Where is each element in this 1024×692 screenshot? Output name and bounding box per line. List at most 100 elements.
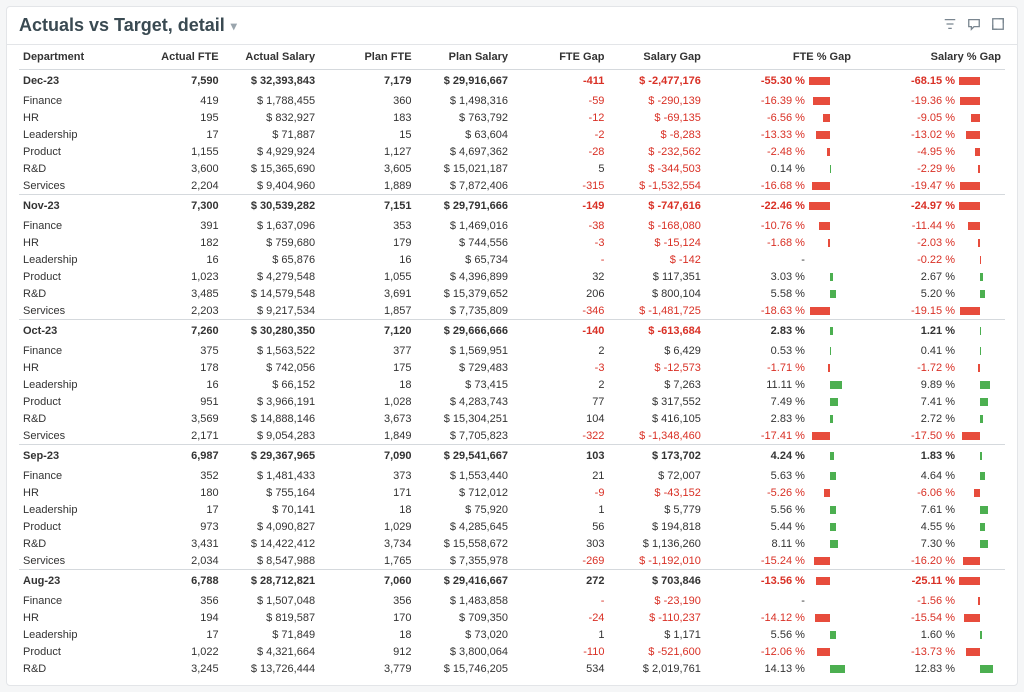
dept-cell: Finance xyxy=(19,467,126,484)
pct-value: 0.14 % xyxy=(771,163,805,175)
comment-icon[interactable] xyxy=(967,17,981,34)
pct-value: 5.56 % xyxy=(771,629,805,641)
table-row[interactable]: Finance 352 $ 1,481,433 373 $ 1,553,440 … xyxy=(19,467,1005,484)
bar-indicator xyxy=(959,431,1001,441)
expand-icon[interactable] xyxy=(991,17,1005,34)
dept-cell: Leadership xyxy=(19,126,126,143)
col-salary-gap[interactable]: Salary Gap xyxy=(608,45,704,70)
col-department[interactable]: Department xyxy=(19,45,126,70)
pct-value: -15.24 % xyxy=(761,555,805,567)
table-row[interactable]: HR 195 $ 832,927 183 $ 763,792 -12 $ -69… xyxy=(19,109,1005,126)
pct-value: -17.41 % xyxy=(761,430,805,442)
table-row[interactable]: Services 2,171 $ 9,054,283 1,849 $ 7,705… xyxy=(19,427,1005,445)
table-row[interactable]: HR 194 $ 819,587 170 $ 709,350 -24 $ -11… xyxy=(19,609,1005,626)
table-row[interactable]: HR 182 $ 759,680 179 $ 744,556 -3 $ -15,… xyxy=(19,234,1005,251)
bar-indicator xyxy=(809,181,851,191)
pct-value: -1.56 % xyxy=(917,595,955,607)
table-row[interactable]: R&D 3,431 $ 14,422,412 3,734 $ 15,558,67… xyxy=(19,535,1005,552)
dept-cell: Services xyxy=(19,552,126,570)
pct-value: 2.83 % xyxy=(771,325,805,337)
group-label: Dec-23 xyxy=(19,70,126,93)
group-row[interactable]: Dec-23 7,590 $ 32,393,843 7,179 $ 29,916… xyxy=(19,70,1005,93)
table-row[interactable]: HR 178 $ 742,056 175 $ 729,483 -3 $ -12,… xyxy=(19,359,1005,376)
table-row[interactable]: Services 2,034 $ 8,547,988 1,765 $ 7,355… xyxy=(19,552,1005,570)
bar-indicator xyxy=(809,576,851,586)
table-row[interactable]: Product 1,023 $ 4,279,548 1,055 $ 4,396,… xyxy=(19,268,1005,285)
pct-value: 5.56 % xyxy=(771,504,805,516)
group-row[interactable]: Nov-23 7,300 $ 30,539,282 7,151 $ 29,791… xyxy=(19,195,1005,218)
group-row[interactable]: Oct-23 7,260 $ 30,280,350 7,120 $ 29,666… xyxy=(19,320,1005,343)
bar-indicator xyxy=(959,164,1001,174)
col-fte-gap[interactable]: FTE Gap xyxy=(512,45,608,70)
panel-title-text: Actuals vs Target, detail xyxy=(19,15,225,36)
bar-indicator xyxy=(809,255,851,265)
pct-value: -5.26 % xyxy=(767,487,805,499)
dept-cell: R&D xyxy=(19,410,126,427)
pct-value: - xyxy=(801,595,805,607)
col-salary-pct-gap[interactable]: Salary % Gap xyxy=(855,45,1005,70)
table-row[interactable]: Finance 356 $ 1,507,048 356 $ 1,483,858 … xyxy=(19,592,1005,609)
table-row[interactable]: Finance 375 $ 1,563,522 377 $ 1,569,951 … xyxy=(19,342,1005,359)
pct-value: -16.20 % xyxy=(911,555,955,567)
table-row[interactable]: Leadership 16 $ 65,876 16 $ 65,734 - $ -… xyxy=(19,251,1005,268)
table-row[interactable]: Leadership 17 $ 71,849 18 $ 73,020 1 $ 1… xyxy=(19,626,1005,643)
table-row[interactable]: Services 2,204 $ 9,404,960 1,889 $ 7,872… xyxy=(19,177,1005,195)
pct-value: 4.24 % xyxy=(771,450,805,462)
table-row[interactable]: R&D 3,600 $ 15,365,690 3,605 $ 15,021,18… xyxy=(19,160,1005,177)
table-row[interactable]: Product 951 $ 3,966,191 1,028 $ 4,283,74… xyxy=(19,393,1005,410)
pct-value: -11.44 % xyxy=(912,220,955,232)
bar-indicator xyxy=(959,201,1001,211)
bar-indicator xyxy=(809,596,851,606)
bar-indicator xyxy=(809,306,851,316)
pct-value: 7.61 % xyxy=(921,504,955,516)
dept-cell: R&D xyxy=(19,535,126,552)
bar-indicator xyxy=(809,238,851,248)
table-row[interactable]: Leadership 16 $ 66,152 18 $ 73,415 2 $ 7… xyxy=(19,376,1005,393)
panel-title[interactable]: Actuals vs Target, detail ▾ xyxy=(19,15,237,36)
col-plan-salary[interactable]: Plan Salary xyxy=(416,45,512,70)
bar-indicator xyxy=(959,451,1001,461)
bar-indicator xyxy=(809,431,851,441)
pct-value: -22.46 % xyxy=(761,200,805,212)
bar-indicator xyxy=(809,164,851,174)
bar-indicator xyxy=(809,96,851,106)
group-row[interactable]: Sep-23 6,987 $ 29,367,965 7,090 $ 29,541… xyxy=(19,445,1005,468)
table-row[interactable]: Leadership 17 $ 71,887 15 $ 63,604 -2 $ … xyxy=(19,126,1005,143)
bar-indicator xyxy=(809,522,851,532)
bar-indicator xyxy=(959,488,1001,498)
table-row[interactable]: Finance 391 $ 1,637,096 353 $ 1,469,016 … xyxy=(19,217,1005,234)
table-row[interactable]: R&D 3,569 $ 14,888,146 3,673 $ 15,304,25… xyxy=(19,410,1005,427)
table-row[interactable]: R&D 3,245 $ 13,726,444 3,779 $ 15,746,20… xyxy=(19,660,1005,677)
table-row[interactable]: Services 2,203 $ 9,217,534 1,857 $ 7,735… xyxy=(19,302,1005,320)
panel-actions xyxy=(943,17,1005,34)
bar-indicator xyxy=(959,539,1001,549)
table-row[interactable]: Product 1,022 $ 4,321,664 912 $ 3,800,06… xyxy=(19,643,1005,660)
col-fte-pct-gap[interactable]: FTE % Gap xyxy=(705,45,855,70)
bar-indicator xyxy=(809,505,851,515)
col-actual-salary[interactable]: Actual Salary xyxy=(223,45,319,70)
col-actual-fte[interactable]: Actual FTE xyxy=(126,45,222,70)
bar-indicator xyxy=(959,326,1001,336)
data-table: Department Actual FTE Actual Salary Plan… xyxy=(19,45,1005,677)
pct-value: 7.49 % xyxy=(771,396,805,408)
pct-value: -13.56 % xyxy=(761,575,805,587)
pct-value: -6.06 % xyxy=(917,487,955,499)
bar-indicator xyxy=(959,147,1001,157)
bar-indicator xyxy=(959,397,1001,407)
group-label: Aug-23 xyxy=(19,570,126,593)
group-row[interactable]: Aug-23 6,788 $ 28,712,821 7,060 $ 29,416… xyxy=(19,570,1005,593)
dept-cell: Finance xyxy=(19,92,126,109)
table-row[interactable]: R&D 3,485 $ 14,579,548 3,691 $ 15,379,65… xyxy=(19,285,1005,302)
bar-indicator xyxy=(959,289,1001,299)
pct-value: -18.63 % xyxy=(761,305,805,317)
table-row[interactable]: Product 1,155 $ 4,929,924 1,127 $ 4,697,… xyxy=(19,143,1005,160)
filter-icon[interactable] xyxy=(943,17,957,34)
pct-value: -13.33 % xyxy=(761,129,805,141)
table-row[interactable]: Product 973 $ 4,090,827 1,029 $ 4,285,64… xyxy=(19,518,1005,535)
bar-indicator xyxy=(809,556,851,566)
col-plan-fte[interactable]: Plan FTE xyxy=(319,45,415,70)
bar-indicator xyxy=(809,130,851,140)
table-row[interactable]: Finance 419 $ 1,788,455 360 $ 1,498,316 … xyxy=(19,92,1005,109)
table-row[interactable]: Leadership 17 $ 70,141 18 $ 75,920 1 $ 5… xyxy=(19,501,1005,518)
table-row[interactable]: HR 180 $ 755,164 171 $ 712,012 -9 $ -43,… xyxy=(19,484,1005,501)
